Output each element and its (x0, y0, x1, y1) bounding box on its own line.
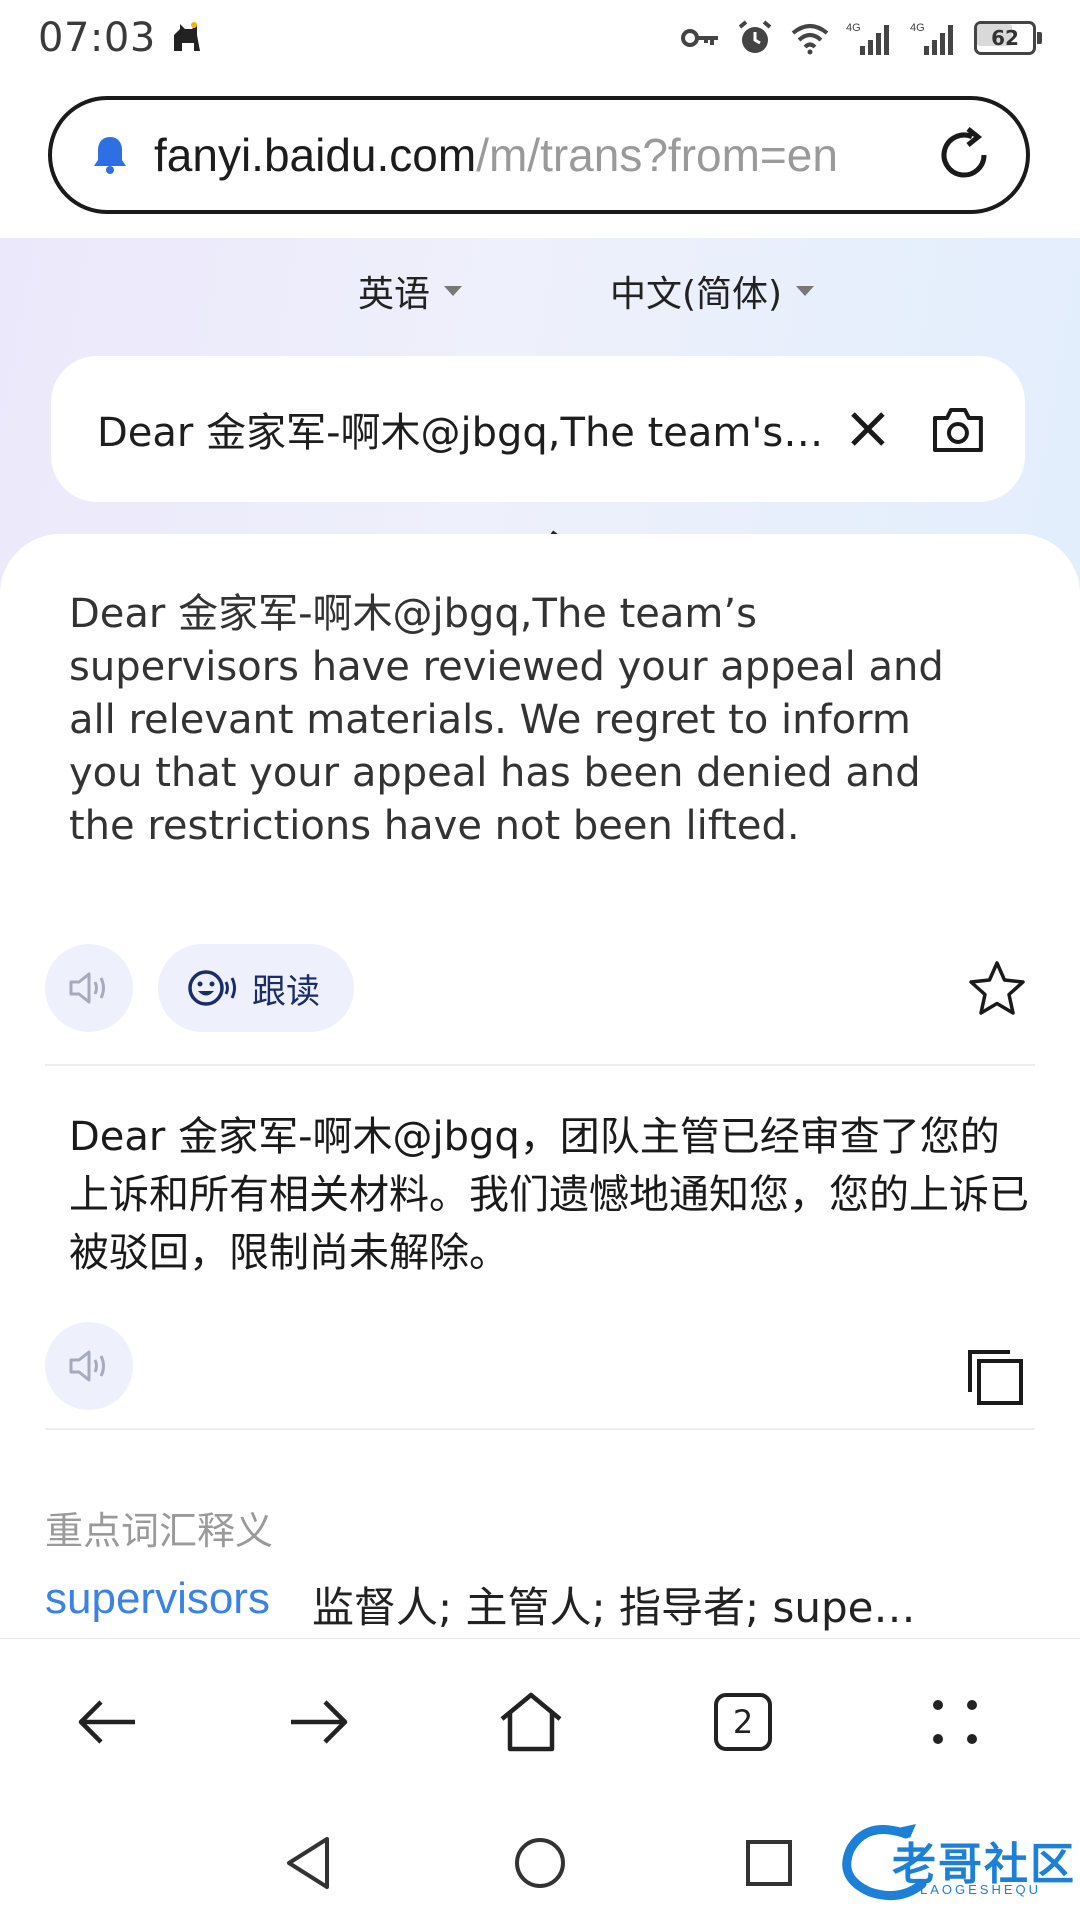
cat-app-icon (173, 22, 200, 51)
source-language-select[interactable]: 英语 (358, 256, 463, 326)
speak-translation-button[interactable] (45, 1322, 133, 1410)
nav-recents-button[interactable] (734, 1828, 804, 1898)
vocab-definition: 监督人; 主管人; 指导者; supe… (311, 1583, 916, 1632)
signal-icon: 4G (846, 22, 889, 55)
close-icon[interactable] (845, 406, 891, 452)
signal-icon: 4G (910, 22, 953, 55)
nav-home-icon (515, 1838, 565, 1888)
wifi-icon (791, 24, 829, 55)
battery-icon: 62 (974, 21, 1042, 55)
language-selector-row: 英语 中文(简体) (0, 256, 1080, 564)
browser-toolbar: 2 (0, 1638, 1080, 1806)
nav-recents-icon (746, 1840, 792, 1886)
translation-text: Dear 金家军-啊木@jbgq，团队主管已经审查了您的上诉和所有相关材料。我们… (69, 1114, 1029, 1276)
watermark-subtext: LAOGESHEQU (920, 1882, 1042, 1897)
follow-read-button[interactable]: 跟读 (158, 944, 354, 1032)
svg-text:4G: 4G (846, 22, 861, 34)
speaker-icon (69, 972, 105, 1004)
source-text: Dear 金家军-啊木@jbgq,The team’s supervisors … (69, 591, 944, 849)
alarm-icon (738, 20, 772, 53)
tabs-icon: 2 (714, 1693, 772, 1751)
dropdown-caret-icon (796, 286, 815, 296)
source-input-card[interactable]: Dear 金家军-啊木@jbgq,The team's supervisors … (51, 356, 1025, 502)
status-icons: 4G 4G 62 (680, 19, 1042, 57)
more-icon (933, 1700, 977, 1744)
key-icon (681, 29, 718, 47)
tab-count: 2 (732, 1703, 754, 1741)
back-arrow-icon (78, 1700, 135, 1744)
back-button[interactable] (62, 1677, 152, 1767)
nav-back-icon (287, 1837, 329, 1889)
vocab-section-title: 重点词汇释义 (45, 1509, 274, 1553)
address-bar[interactable]: fanyi.baidu.com/m/trans?from=en (48, 96, 1030, 214)
reload-icon[interactable] (932, 123, 996, 187)
speaker-icon (69, 1350, 105, 1382)
divider (45, 1428, 1035, 1430)
divider (45, 1064, 1035, 1066)
target-language-select[interactable]: 中文(简体) (610, 256, 815, 326)
camera-icon[interactable] (931, 404, 985, 454)
source-input[interactable]: Dear 金家军-啊木@jbgq,The team's supervisors … (97, 400, 823, 458)
follow-read-icon (188, 970, 236, 1006)
url-text[interactable]: fanyi.baidu.com/m/trans?from=en (154, 128, 879, 182)
nav-back-button[interactable] (273, 1828, 343, 1898)
source-language-label: 英语 (358, 274, 431, 315)
battery-level: 62 (991, 26, 1019, 50)
more-button[interactable] (910, 1677, 1000, 1767)
nav-home-button[interactable] (505, 1828, 575, 1898)
url-path: /m/trans?from=en (476, 129, 838, 181)
svg-text:4G: 4G (910, 22, 925, 34)
watermark-logo: 老哥社区 LAOGESHEQU (836, 1820, 1074, 1908)
status-time: 07:03 (38, 15, 156, 61)
vocab-word[interactable]: supervisors (45, 1574, 270, 1624)
forward-arrow-icon (291, 1700, 348, 1744)
vocab-row[interactable]: supervisors 监督人; 主管人; 指导者; supe… (45, 1574, 1035, 1636)
bell-icon[interactable] (88, 133, 132, 177)
target-language-label: 中文(简体) (610, 274, 783, 315)
forward-button[interactable] (274, 1677, 364, 1767)
follow-read-label: 跟读 (252, 971, 320, 1012)
url-host: fanyi.baidu.com (154, 129, 477, 181)
speak-source-button[interactable] (45, 944, 133, 1032)
home-button[interactable] (486, 1677, 576, 1767)
home-icon (500, 1692, 562, 1752)
status-bar: 07:03 4G 4G 62 (0, 0, 1080, 76)
star-icon[interactable] (966, 958, 1028, 1020)
dropdown-caret-icon (444, 286, 463, 296)
tabs-button[interactable]: 2 (698, 1677, 788, 1767)
copy-icon[interactable] (966, 1348, 1024, 1406)
